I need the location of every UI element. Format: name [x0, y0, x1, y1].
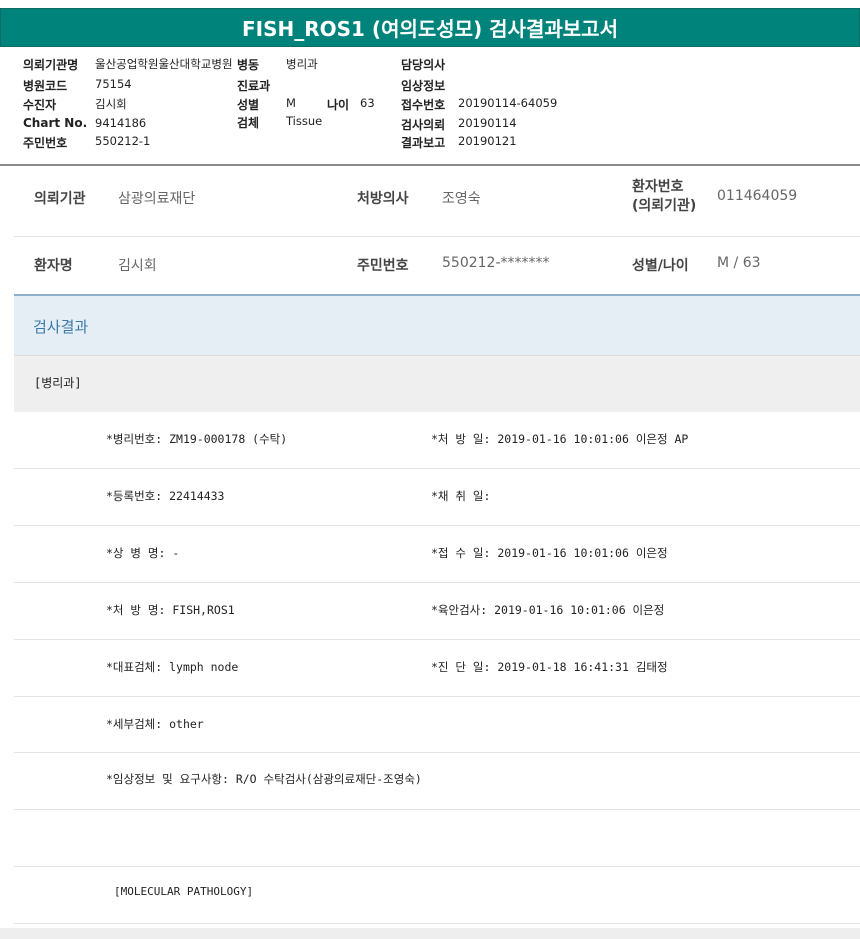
result-row: [14, 810, 860, 867]
rrn-value: 550212-*******: [442, 255, 550, 271]
result-row: [MOLECULAR PATHOLOGY]: [14, 867, 860, 924]
header-label-clinical-info: 임상정보: [401, 79, 446, 93]
report-title-bar: FISH_ROS1 (여의도성모) 검사결과보고서: [0, 8, 860, 47]
header-value-org: 울산공업학원울산대학교병원: [95, 57, 233, 71]
info-row-patient: 환자명 김시회 주민번호 550212-******* 성별/나이 M / 63: [14, 236, 860, 295]
header-value-age: 63: [360, 96, 375, 110]
result-right-text: *진 단 일: 2019-01-18 16:41:31 김태정: [431, 660, 668, 674]
doctor-value: 조영숙: [442, 191, 481, 207]
header-label-org: 의뢰기관명: [23, 58, 79, 72]
patient-id-value: 011464059: [717, 188, 798, 204]
header-label-sex: 성별: [237, 98, 260, 112]
result-row: *임상정보 및 요구사항: R/O 수탁검사(삼광의료재단-조영숙): [14, 753, 860, 810]
header-divider: [0, 164, 860, 166]
results-section-header: 검사결과: [14, 294, 860, 355]
header-value-specimen: Tissue: [286, 114, 323, 128]
header-label-accession-no: 접수번호: [401, 98, 446, 112]
header-value-rrn: 550212-1: [95, 134, 151, 148]
header-value-accession-no: 20190114-64059: [458, 96, 558, 110]
header-label-rrn: 주민번호: [23, 136, 68, 150]
header-label-ward: 병동: [237, 58, 260, 72]
doctor-label: 처방의사: [357, 191, 409, 207]
rrn-label: 주민번호: [357, 258, 409, 274]
header-value-report-date: 20190121: [458, 134, 517, 148]
result-left-text: [MOLECULAR PATHOLOGY]: [114, 885, 254, 898]
org-value: 삼광의료재단: [118, 191, 196, 207]
result-left-text: *임상정보 및 요구사항: R/O 수탁검사(삼광의료재단-조영숙): [106, 772, 422, 786]
result-row: *등록번호: 22414433 *채 취 일:: [14, 469, 860, 526]
result-right-text: *육안검사: 2019-01-16 10:01:06 이은정: [431, 603, 665, 617]
result-right-text: *채 취 일:: [431, 489, 491, 503]
patient-id-label-2: (의뢰기관): [632, 198, 697, 214]
result-left-text: *병리번호: ZM19-000178 (수탁): [106, 432, 288, 446]
result-row: *병리번호: ZM19-000178 (수탁) *처 방 일: 2019-01-…: [14, 412, 860, 469]
header-label-dept: 진료과: [237, 79, 271, 93]
header-value-sex: M: [286, 96, 296, 110]
header-label-chart-no: Chart No.: [23, 116, 88, 130]
report-header: 의뢰기관명 울산공업학원울산대학교병원 병원코드 75154 수진자 김시회 C…: [0, 46, 860, 164]
header-label-request-date: 검사의뢰: [401, 118, 446, 132]
result-right-text: *접 수 일: 2019-01-16 10:01:06 이은정: [431, 546, 668, 560]
patient-name-label: 환자명: [34, 258, 73, 274]
bottom-scroll-strip: [0, 928, 860, 939]
result-left-text: *등록번호: 22414433: [106, 489, 225, 503]
dept-label: [병리과]: [34, 376, 82, 390]
result-left-text: *대표검체: lymph node: [106, 660, 239, 674]
result-row: *대표검체: lymph node *진 단 일: 2019-01-18 16:…: [14, 640, 860, 697]
info-row-requester: 의뢰기관 삼광의료재단 처방의사 조영숙 환자번호 (의뢰기관) 0114640…: [14, 178, 860, 237]
report-title: FISH_ROS1 (여의도성모) 검사결과보고서: [242, 17, 618, 41]
results-section-title: 검사결과: [33, 318, 89, 336]
sex-age-label: 성별/나이: [632, 258, 689, 274]
result-row: *처 방 명: FISH,ROS1 *육안검사: 2019-01-16 10:0…: [14, 583, 860, 640]
header-label-report-date: 결과보고: [401, 136, 446, 150]
header-value-chart-no: 9414186: [95, 116, 147, 130]
header-label-specimen: 검체: [237, 116, 260, 130]
header-value-request-date: 20190114: [458, 116, 517, 130]
header-value-hospital-code: 75154: [95, 77, 132, 91]
result-row: *상 병 명: - *접 수 일: 2019-01-16 10:01:06 이은…: [14, 526, 860, 583]
result-left-text: *처 방 명: FISH,ROS1: [106, 603, 235, 617]
result-row: *세부검체: other: [14, 697, 860, 753]
result-left-text: *세부검체: other: [106, 717, 204, 731]
header-value-ward: 병리과: [286, 57, 318, 71]
result-left-text: *상 병 명: -: [106, 546, 180, 560]
header-label-hospital-code: 병원코드: [23, 79, 68, 93]
header-label-patient: 수진자: [23, 98, 57, 112]
result-right-text: *처 방 일: 2019-01-16 10:01:06 이은정 AP: [431, 432, 689, 446]
patient-id-label-1: 환자번호: [632, 179, 684, 195]
header-value-patient: 김시회: [95, 97, 127, 111]
header-label-physician: 담당의사: [401, 58, 446, 72]
org-label: 의뢰기관: [34, 191, 86, 207]
patient-name-value: 김시회: [118, 258, 157, 274]
sex-age-value: M / 63: [717, 255, 761, 271]
dept-band: [병리과]: [14, 355, 860, 412]
header-label-age: 나이: [327, 98, 350, 112]
